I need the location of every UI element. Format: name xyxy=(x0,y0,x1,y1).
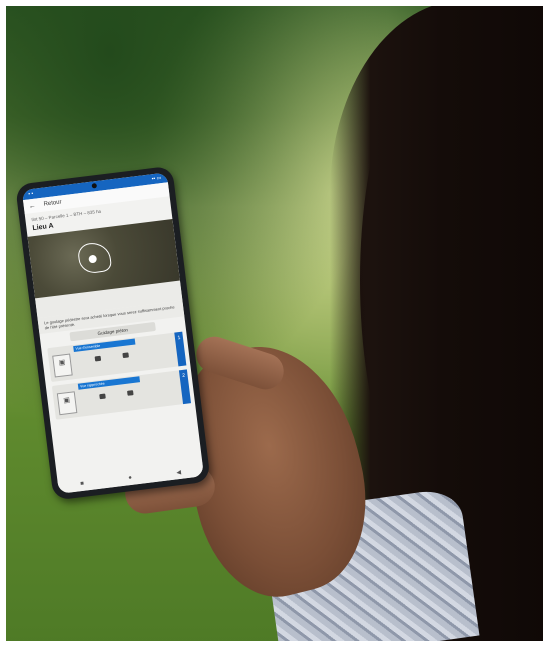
recent-apps-icon[interactable]: ■ xyxy=(80,481,84,487)
card-title: Vue d'ensemble xyxy=(73,338,136,353)
card-tab[interactable]: 1 xyxy=(174,331,187,367)
phone-screen: ▪ ▪ ▪▪ ▭ ← Retour Ilot 50 – Parcelle 1 – … xyxy=(21,172,204,494)
gallery-icon[interactable] xyxy=(122,352,129,359)
gallery-icon[interactable] xyxy=(127,390,134,396)
photo: ▪ ▪ ▪▪ ▭ ← Retour Ilot 50 – Parcelle 1 – … xyxy=(0,0,549,647)
back-icon[interactable]: ◀ xyxy=(176,468,181,476)
card-title: Vue rapprochée xyxy=(77,376,141,390)
home-icon[interactable]: ● xyxy=(128,475,132,481)
camera-icon[interactable] xyxy=(94,355,102,362)
image-icon[interactable]: ▣ xyxy=(56,391,78,416)
card-tab[interactable]: 2 xyxy=(178,369,191,405)
image-icon[interactable]: ▣ xyxy=(52,353,73,378)
back-arrow-icon[interactable]: ← xyxy=(28,202,36,210)
back-label[interactable]: Retour xyxy=(43,199,62,207)
camera-icon[interactable] xyxy=(99,393,106,400)
